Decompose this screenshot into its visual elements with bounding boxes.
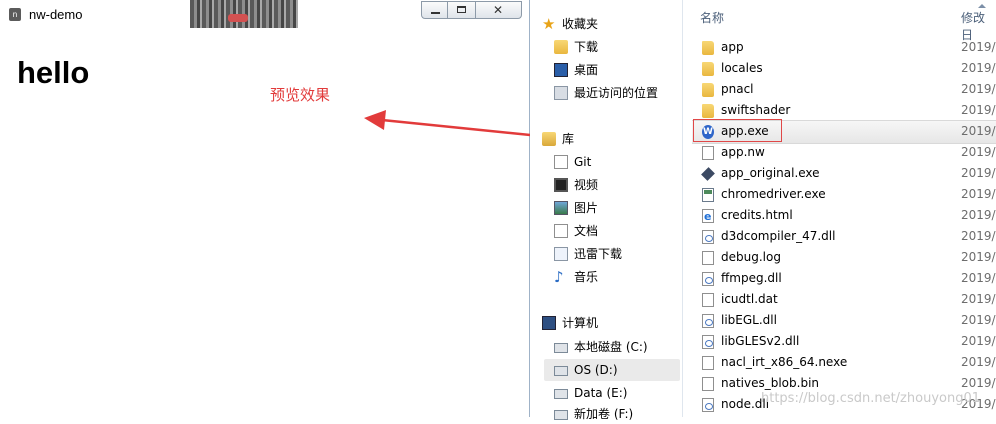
watermark: https://blog.csdn.net/zhouyong01 bbox=[761, 391, 980, 406]
html-icon bbox=[702, 206, 714, 227]
file-icon bbox=[702, 356, 714, 370]
drive-icon bbox=[554, 366, 568, 376]
file-name: app_original.exe bbox=[721, 166, 820, 180]
file-row[interactable]: icudtl.dat 2019/ bbox=[690, 289, 996, 310]
document-icon bbox=[554, 224, 568, 238]
file-name: d3dcompiler_47.dll bbox=[721, 229, 836, 243]
console-icon bbox=[702, 188, 714, 202]
file-name: icudtl.dat bbox=[721, 292, 778, 306]
file-modified-date: 2019/ bbox=[961, 313, 996, 327]
drive-icon bbox=[554, 389, 568, 399]
file-row[interactable]: nacl_irt_x86_64.nexe 2019/ bbox=[690, 352, 996, 373]
file-name: libGLESv2.dll bbox=[721, 334, 800, 348]
file-row[interactable]: d3dcompiler_47.dll 2019/ bbox=[690, 226, 996, 247]
file-modified-date: 2019/ bbox=[961, 124, 996, 138]
file-row[interactable]: locales 2019/ bbox=[690, 58, 996, 79]
file-icon bbox=[702, 293, 714, 307]
file-row[interactable]: app.nw 2019/ bbox=[690, 142, 996, 163]
music-note-icon: ♪ bbox=[554, 268, 564, 286]
drive-icon bbox=[554, 343, 568, 353]
arrow-shaft bbox=[381, 118, 541, 138]
file-modified-date: 2019/ bbox=[961, 61, 996, 75]
column-header-name[interactable]: 名称 bbox=[700, 9, 724, 26]
video-icon bbox=[554, 178, 568, 192]
file-row[interactable]: credits.html 2019/ bbox=[690, 205, 996, 227]
file-name: ffmpeg.dll bbox=[721, 271, 782, 285]
picture-icon bbox=[554, 201, 568, 215]
file-modified-date: 2019/ bbox=[961, 292, 996, 306]
file-list: 名称 修改日 app 2019/locales 2019/pnacl 2019/swi… bbox=[690, 0, 996, 417]
navigation-pane: ★ 收藏夹 下载 桌面 最近访问的位置 库 Git 视频 图片 文档 迅雷下载 … bbox=[530, 0, 682, 421]
file-name: pnacl bbox=[721, 82, 754, 96]
desktop-icon bbox=[554, 63, 568, 77]
file-row[interactable]: chromedriver.exe 2019/ bbox=[690, 184, 996, 205]
dll-icon bbox=[702, 314, 714, 328]
file-row[interactable]: ffmpeg.dll 2019/ bbox=[690, 268, 996, 289]
dll-icon bbox=[702, 335, 714, 349]
file-explorer: ★ 收藏夹 下载 桌面 最近访问的位置 库 Git 视频 图片 文档 迅雷下载 … bbox=[530, 0, 996, 421]
thunder-download-icon bbox=[554, 247, 568, 261]
download-folder-icon bbox=[554, 40, 568, 54]
file-name: locales bbox=[721, 61, 763, 75]
file-name: chromedriver.exe bbox=[721, 187, 826, 201]
file-modified-date: 2019/ bbox=[961, 103, 996, 117]
folder-icon bbox=[702, 41, 714, 55]
file-row[interactable]: libGLESv2.dll 2019/ bbox=[690, 331, 996, 352]
file-row[interactable]: app_original.exe 2019/ bbox=[690, 163, 996, 184]
computer-icon bbox=[542, 316, 556, 330]
dll-icon bbox=[702, 230, 714, 244]
sort-ascending-icon bbox=[978, 4, 986, 8]
folder-icon bbox=[702, 83, 714, 97]
file-name: swiftshader bbox=[721, 103, 791, 117]
git-icon bbox=[554, 155, 568, 169]
file-modified-date: 2019/ bbox=[961, 355, 996, 369]
recent-places-icon bbox=[554, 86, 568, 100]
file-icon bbox=[702, 377, 714, 391]
file-name: nacl_irt_x86_64.nexe bbox=[721, 355, 848, 369]
folder-icon bbox=[702, 104, 714, 118]
file-modified-date: 2019/ bbox=[961, 229, 996, 243]
file-row[interactable]: debug.log 2019/ bbox=[690, 247, 996, 268]
file-row[interactable]: swiftshader 2019/ bbox=[690, 100, 996, 121]
file-row[interactable]: pnacl 2019/ bbox=[690, 79, 996, 100]
annotation-highlight-box bbox=[693, 119, 782, 142]
file-modified-date: 2019/ bbox=[961, 208, 996, 222]
file-modified-date: 2019/ bbox=[961, 250, 996, 264]
file-row[interactable]: libEGL.dll 2019/ bbox=[690, 310, 996, 331]
file-modified-date: 2019/ bbox=[961, 145, 996, 159]
file-modified-date: 2019/ bbox=[961, 187, 996, 201]
file-name: libEGL.dll bbox=[721, 313, 777, 327]
dll-icon bbox=[702, 272, 714, 286]
file-name: debug.log bbox=[721, 250, 781, 264]
file-name: app.nw bbox=[721, 145, 765, 159]
dll-icon bbox=[702, 398, 714, 412]
pane-divider[interactable] bbox=[682, 0, 683, 417]
file-icon bbox=[702, 146, 714, 160]
arrow-head bbox=[364, 110, 386, 130]
star-icon: ★ bbox=[542, 15, 556, 33]
library-icon bbox=[542, 132, 556, 146]
file-modified-date: 2019/ bbox=[961, 166, 996, 180]
exe-icon bbox=[701, 167, 715, 181]
file-modified-date: 2019/ bbox=[961, 82, 996, 96]
file-name: app bbox=[721, 40, 744, 54]
file-name: credits.html bbox=[721, 208, 793, 222]
folder-icon bbox=[702, 62, 714, 76]
file-row[interactable]: app 2019/ bbox=[690, 37, 996, 58]
drive-icon bbox=[554, 410, 568, 420]
file-icon bbox=[702, 251, 714, 265]
file-modified-date: 2019/ bbox=[961, 271, 996, 285]
file-modified-date: 2019/ bbox=[961, 334, 996, 348]
file-modified-date: 2019/ bbox=[961, 40, 996, 54]
